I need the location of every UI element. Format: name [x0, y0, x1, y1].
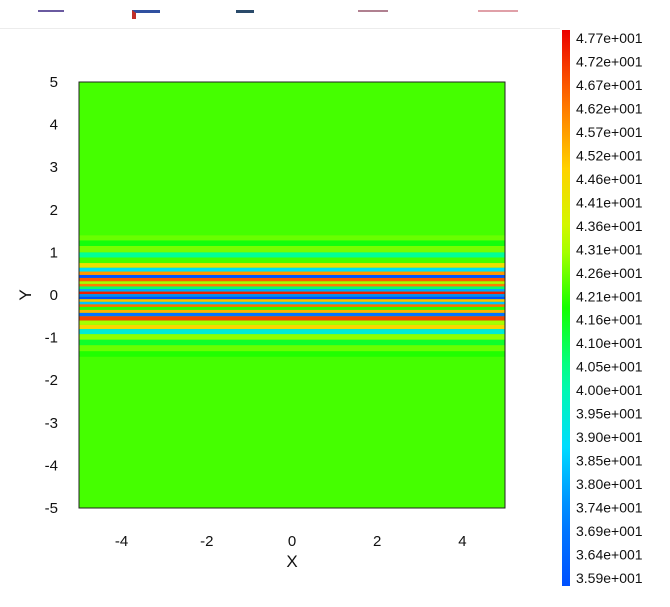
contour-band — [79, 294, 505, 297]
y-tick-label: -4 — [45, 457, 58, 474]
colorbar-label: 3.90e+001 — [576, 429, 643, 445]
contour-band — [79, 345, 505, 352]
contour-band — [79, 334, 505, 340]
colorbar-label: 3.74e+001 — [576, 500, 643, 516]
colorbar-label: 4.26e+001 — [576, 265, 643, 281]
contour-band — [79, 281, 505, 284]
contour-chart: -4 -2 0 2 4 543210-1-2-3-4-5 X Y 4.77e+0014.… — [16, 30, 643, 586]
contour-band — [79, 329, 505, 335]
contour-band — [79, 291, 505, 295]
colorbar-label: 4.16e+001 — [576, 312, 643, 328]
colorbar-label: 4.05e+001 — [576, 359, 643, 375]
contour-band — [79, 240, 505, 247]
contour-band — [79, 246, 505, 253]
y-axis-label: Y — [16, 289, 35, 300]
contour-band — [79, 257, 505, 264]
x-tick-label: -2 — [200, 533, 213, 550]
colorbar-label: 4.62e+001 — [576, 100, 643, 116]
contour-band — [79, 263, 505, 268]
colorbar-label: 4.52e+001 — [576, 147, 643, 163]
y-tick-label: 1 — [50, 244, 58, 261]
colorbar-label: 3.64e+001 — [576, 547, 643, 563]
contour-band — [79, 235, 505, 241]
contour-band — [79, 267, 505, 272]
contour-band — [79, 299, 505, 302]
contour-band — [79, 296, 505, 300]
y-tick-label: 4 — [50, 117, 58, 134]
x-tick-label: 2 — [373, 533, 381, 550]
y-tick-label: 3 — [50, 159, 58, 176]
contour-band — [79, 306, 505, 310]
contour-band — [79, 304, 505, 307]
contour-band — [79, 301, 505, 305]
colorbar-label: 4.36e+001 — [576, 218, 643, 234]
colorbar-label: 3.80e+001 — [576, 476, 643, 492]
colorbar-label: 3.59e+001 — [576, 570, 643, 586]
colorbar-label: 4.67e+001 — [576, 77, 643, 93]
colorbar-label: 4.31e+001 — [576, 241, 643, 257]
y-tick-label: 0 — [50, 287, 58, 304]
contour-band — [79, 316, 505, 321]
y-tick-label: 5 — [50, 74, 58, 91]
contour-band — [79, 271, 505, 275]
contour-band — [79, 339, 505, 346]
colorbar-label: 4.10e+001 — [576, 335, 643, 351]
y-tick-label: -3 — [45, 415, 58, 432]
contour-band — [79, 312, 505, 317]
colorbar-label: 3.95e+001 — [576, 406, 643, 422]
contour-band — [79, 289, 505, 292]
contour-band — [79, 252, 505, 258]
colorbar-label: 4.41e+001 — [576, 194, 643, 210]
contour-band — [79, 286, 505, 290]
colorbar-label: 4.21e+001 — [576, 288, 643, 304]
plot-area — [79, 82, 505, 508]
contour-band — [79, 309, 505, 313]
contour-band — [79, 320, 505, 325]
contour-band — [79, 283, 505, 287]
colorbar-label: 4.77e+001 — [576, 30, 643, 46]
colorbar-label: 3.85e+001 — [576, 453, 643, 469]
colorbar — [562, 30, 570, 586]
x-tick-label: 0 — [288, 533, 296, 550]
contour-band — [79, 277, 505, 282]
colorbar-label: 4.46e+001 — [576, 171, 643, 187]
contour-band — [79, 351, 505, 357]
x-axis-ticks: -4 -2 0 2 4 — [115, 533, 467, 550]
contour-band — [79, 324, 505, 330]
y-tick-label: -1 — [45, 330, 58, 347]
y-axis-ticks: 5 4 3 2 1 0 -1 -2 -3 -4 -5 — [45, 74, 58, 517]
x-axis-label: X — [286, 552, 297, 571]
contour-band — [79, 274, 505, 278]
x-tick-label: -4 — [115, 533, 128, 550]
colorbar-label: 4.00e+001 — [576, 382, 643, 398]
colorbar-label: 3.69e+001 — [576, 523, 643, 539]
colorbar-label: 4.57e+001 — [576, 124, 643, 140]
colorbar-label: 4.72e+001 — [576, 53, 643, 69]
y-tick-label: 2 — [50, 202, 58, 219]
colorbar-labels: 4.77e+001 4.72e+001 4.67e+001 4.62e+001 4.57… — [576, 30, 643, 586]
y-tick-label: -2 — [45, 372, 58, 389]
y-tick-label: -5 — [45, 500, 58, 517]
x-tick-label: 4 — [458, 533, 466, 550]
